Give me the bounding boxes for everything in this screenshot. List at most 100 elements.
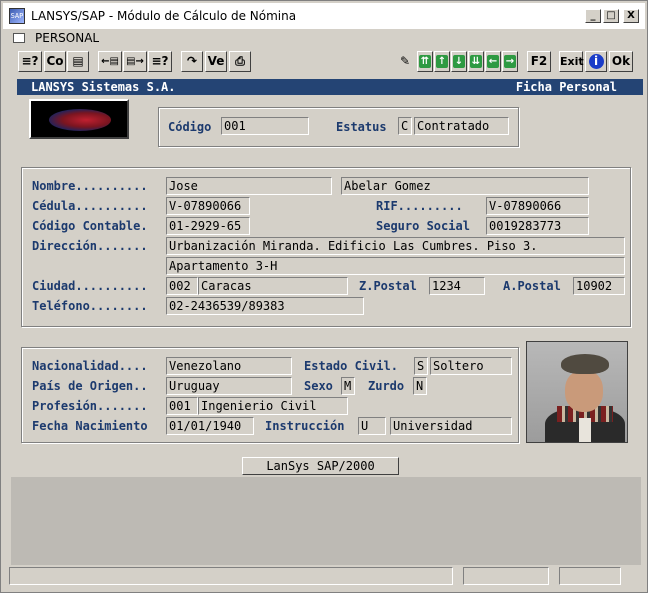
ciudad-name-field: Caracas xyxy=(198,277,348,295)
copy-button[interactable]: Co xyxy=(44,51,66,72)
profesion-code-field[interactable]: 001 xyxy=(166,397,198,415)
estatus-label: Estatus xyxy=(336,120,387,134)
title-bar: SAP LANSYS/SAP - Módulo de Cálculo de Nó… xyxy=(3,3,645,29)
seguro-social-field[interactable]: 0019283773 xyxy=(486,217,589,235)
company-logo xyxy=(29,99,129,139)
zurdo-label: Zurdo xyxy=(368,379,405,393)
apostal-label: A.Postal xyxy=(503,279,561,293)
codigo-contable-field[interactable]: 01-2929-65 xyxy=(166,217,250,235)
down-record-glyph: ↓ xyxy=(453,55,465,68)
first-record-glyph: ⇈ xyxy=(419,55,431,68)
status-panel-main xyxy=(9,567,453,585)
header-strip: LANSYS Sistemas S.A. Ficha Personal xyxy=(17,79,643,95)
codigo-field[interactable]: 001 xyxy=(221,117,309,135)
estado-civil-text-field: Soltero xyxy=(430,357,512,375)
list-icon-button[interactable]: ≡? xyxy=(18,51,42,72)
pais-label: País de Origen.. xyxy=(32,379,148,393)
prev-record-icon[interactable]: ← xyxy=(485,51,501,72)
rif-label: RIF......... xyxy=(376,199,463,213)
estatus-text-field: Contratado xyxy=(414,117,509,135)
menu-personal[interactable]: PERSONAL xyxy=(35,31,99,45)
nacionalidad-label: Nacionalidad.... xyxy=(32,359,148,373)
codigo-label: Código xyxy=(168,120,212,134)
print-icon-button[interactable]: ⎙ xyxy=(229,51,251,72)
up-record-glyph: ↑ xyxy=(436,55,448,68)
rif-field[interactable]: V-07890066 xyxy=(486,197,589,215)
telefono-label: Teléfono........ xyxy=(32,299,148,313)
zpostal-label: Z.Postal xyxy=(359,279,417,293)
sexo-field[interactable]: M xyxy=(341,377,355,395)
employee-photo xyxy=(526,341,628,443)
estado-civil-code-field[interactable]: S xyxy=(414,357,428,375)
version-label: LanSys SAP/2000 xyxy=(242,457,399,475)
nombre-field[interactable]: Jose xyxy=(166,177,332,195)
info-icon: i xyxy=(588,54,604,69)
menu-bar: PERSONAL xyxy=(3,29,645,47)
estatus-code-field[interactable]: C xyxy=(398,117,412,135)
up-record-icon[interactable]: ↑ xyxy=(434,51,450,72)
zpostal-field[interactable]: 1234 xyxy=(429,277,485,295)
clear-icon[interactable]: ✎ xyxy=(395,51,415,72)
status-panel-2 xyxy=(463,567,549,585)
ok-button[interactable]: Ok xyxy=(609,51,633,72)
ciudad-code-field[interactable]: 002 xyxy=(166,277,198,295)
direccion-line2-field[interactable]: Apartamento 3-H xyxy=(166,257,625,275)
next-record-glyph: → xyxy=(504,55,516,68)
status-bar xyxy=(3,567,645,587)
instruccion-label: Instrucción xyxy=(265,419,345,433)
next-record-icon[interactable]: → xyxy=(502,51,518,72)
apostal-field[interactable]: 10902 xyxy=(573,277,625,295)
document-icon xyxy=(13,33,25,43)
codigo-contable-label: Código Contable. xyxy=(32,219,148,233)
pais-field[interactable]: Uruguay xyxy=(166,377,292,395)
sexo-label: Sexo xyxy=(304,379,333,393)
direccion-label: Dirección....... xyxy=(32,239,148,253)
last-record-glyph: ⇊ xyxy=(470,55,482,68)
f2-button[interactable]: F2 xyxy=(527,51,551,72)
instruccion-text-field: Universidad xyxy=(390,417,512,435)
toolbar: ≡? Co ▤ ←▤ ▤→ ≡? ↷ Ve ⎙ ✎ ⇈ ↑ ↓ ⇊ ← → F2… xyxy=(15,51,635,73)
ciudad-label: Ciudad.......... xyxy=(32,279,148,293)
forward-icon-button[interactable]: ↷ xyxy=(181,51,203,72)
close-button[interactable]: X xyxy=(623,9,639,23)
direccion-line1-field[interactable]: Urbanización Miranda. Edificio Las Cumbr… xyxy=(166,237,625,255)
photo-hat xyxy=(561,354,609,374)
report-icon-button[interactable]: ≡? xyxy=(148,51,172,72)
status-panel-3 xyxy=(559,567,621,585)
last-record-icon[interactable]: ⇊ xyxy=(468,51,484,72)
fecha-nacimiento-field[interactable]: 01/01/1940 xyxy=(166,417,254,435)
photo-shirt xyxy=(579,418,591,442)
cedula-field[interactable]: V-07890066 xyxy=(166,197,250,215)
seguro-social-label: Seguro Social xyxy=(376,219,470,233)
info-button[interactable]: i xyxy=(585,51,607,72)
import-icon-button[interactable]: ←▤ xyxy=(98,51,122,72)
view-button[interactable]: Ve xyxy=(205,51,227,72)
section-title: Ficha Personal xyxy=(515,80,617,94)
window-title: LANSYS/SAP - Módulo de Cálculo de Nómina xyxy=(31,9,297,23)
main-window: SAP LANSYS/SAP - Módulo de Cálculo de Nó… xyxy=(0,0,648,593)
profesion-label: Profesión....... xyxy=(32,399,148,413)
profesion-text-field: Ingenierio Civil xyxy=(198,397,348,415)
fecha-nacimiento-label: Fecha Nacimiento xyxy=(32,419,148,433)
instruccion-code-field[interactable]: U xyxy=(358,417,386,435)
zurdo-field[interactable]: N xyxy=(413,377,427,395)
down-record-icon[interactable]: ↓ xyxy=(451,51,467,72)
prev-record-glyph: ← xyxy=(487,55,499,68)
telefono-field[interactable]: 02-2436539/89383 xyxy=(166,297,364,315)
apellido-field[interactable]: Abelar Gomez xyxy=(341,177,589,195)
logo-graphic xyxy=(49,109,111,131)
export-icon-button[interactable]: ▤→ xyxy=(123,51,147,72)
cedula-label: Cédula.......... xyxy=(32,199,148,213)
empty-workspace xyxy=(11,477,641,565)
photo-face xyxy=(565,370,603,412)
maximize-button[interactable]: □ xyxy=(603,9,619,23)
exit-button[interactable]: Exit xyxy=(559,51,584,72)
nacionalidad-field[interactable]: Venezolano xyxy=(166,357,292,375)
company-name: LANSYS Sistemas S.A. xyxy=(31,80,176,94)
app-icon: SAP xyxy=(9,8,25,24)
nombre-label: Nombre.......... xyxy=(32,179,148,193)
minimize-button[interactable]: _ xyxy=(585,9,601,23)
first-record-icon[interactable]: ⇈ xyxy=(417,51,433,72)
estado-civil-label: Estado Civil. xyxy=(304,359,398,373)
folder-icon-button[interactable]: ▤ xyxy=(67,51,89,72)
